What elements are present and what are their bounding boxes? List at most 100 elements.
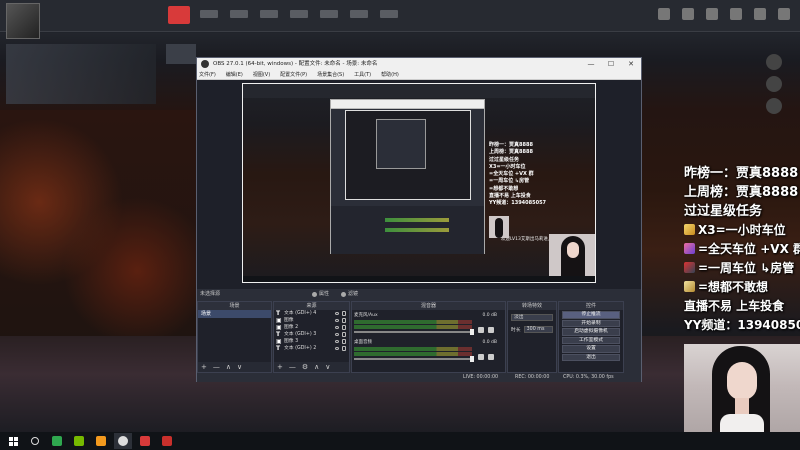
remove-source-button[interactable]: —: [289, 362, 296, 372]
close-icon[interactable]: [778, 8, 790, 20]
visibility-icon[interactable]: [335, 347, 339, 350]
overlay-line: 上周榜：贾真8888: [684, 185, 799, 200]
lock-icon[interactable]: [342, 311, 346, 316]
add-scene-button[interactable]: +: [201, 362, 207, 372]
visibility-icon[interactable]: [335, 333, 339, 336]
move-down-button[interactable]: ∨: [237, 362, 242, 372]
virtual-camera-button[interactable]: 启动虚拟摄像机: [562, 328, 620, 336]
nested-preview-inner: [376, 119, 426, 169]
mixer-channel-mic: 麦克风/Aux 0.0 dB: [354, 313, 503, 339]
nav-item[interactable]: [320, 10, 338, 18]
menu-file[interactable]: 文件(F): [199, 70, 216, 79]
move-up-button[interactable]: ∧: [314, 362, 319, 372]
scenes-list: 场景: [198, 310, 271, 362]
volume-slider-handle[interactable]: [470, 329, 474, 335]
search-icon[interactable]: [26, 433, 44, 449]
move-down-button[interactable]: ∨: [325, 362, 330, 372]
volume-slider[interactable]: [354, 329, 474, 335]
close-button[interactable]: ✕: [621, 58, 641, 70]
source-item[interactable]: ▣ 图像: [274, 317, 349, 324]
start-recording-button[interactable]: 开始录制: [562, 319, 620, 327]
settings-icon[interactable]: [706, 8, 718, 20]
volume-slider-handle[interactable]: [470, 356, 474, 362]
speaker-icon[interactable]: [478, 327, 484, 333]
volume-slider[interactable]: [354, 356, 474, 362]
source-item[interactable]: T 文本 (GDI+) 4: [274, 310, 349, 317]
speaker-icon[interactable]: [478, 354, 484, 360]
channel-icons: [478, 327, 494, 333]
visibility-icon[interactable]: [335, 312, 339, 315]
filters-button[interactable]: 滤镜: [341, 289, 358, 300]
studio-mode-button[interactable]: 工作室模式: [562, 336, 620, 344]
move-up-button[interactable]: ∧: [226, 362, 231, 372]
nav-item[interactable]: [230, 10, 248, 18]
lock-icon[interactable]: [342, 332, 346, 337]
source-item[interactable]: T 文本 (GDI+) 3: [274, 331, 349, 338]
lock-icon[interactable]: [342, 318, 346, 323]
side-action-icon[interactable]: [766, 76, 782, 92]
app-orange-icon[interactable]: [92, 433, 110, 449]
nav-item[interactable]: [350, 10, 368, 18]
duration-input[interactable]: 300 ms: [523, 325, 553, 333]
menu-edit[interactable]: 编辑(E): [226, 70, 243, 79]
gear-icon[interactable]: [488, 327, 494, 333]
maximize-icon[interactable]: [754, 8, 766, 20]
app-video-icon[interactable]: [158, 433, 176, 449]
maximize-button[interactable]: ☐: [601, 58, 621, 70]
minimize-icon[interactable]: [730, 8, 742, 20]
lock-icon[interactable]: [342, 346, 346, 351]
window-controls: — ☐ ✕: [581, 58, 641, 70]
overlay-line: YY频道：1394085057: [684, 318, 800, 332]
channel-avatar[interactable]: [6, 3, 40, 39]
menu-scene-collection[interactable]: 场景集合(S): [317, 70, 344, 79]
add-source-button[interactable]: +: [277, 362, 283, 372]
scene-item[interactable]: 场景: [198, 310, 271, 318]
app-nvidia-icon[interactable]: [70, 433, 88, 449]
nav-item[interactable]: [260, 10, 278, 18]
overlay-line: =一周车位 ↳房管: [684, 259, 800, 278]
menu-profile[interactable]: 配置文件(P): [280, 70, 307, 79]
message-icon[interactable]: [658, 8, 670, 20]
menu-help[interactable]: 帮助(H): [381, 70, 399, 79]
lock-icon[interactable]: [342, 325, 346, 330]
volume-meter: [354, 347, 472, 351]
obs-title-bar[interactable]: OBS 27.0.1 (64-bit, windows) - 配置文件: 未命名…: [197, 58, 641, 70]
remove-scene-button[interactable]: —: [213, 362, 220, 372]
exit-button[interactable]: 退出: [562, 353, 620, 361]
menu-view[interactable]: 视图(V): [253, 70, 270, 79]
obs-icon[interactable]: [114, 433, 132, 449]
app-red-icon[interactable]: [136, 433, 154, 449]
windows-start-icon[interactable]: [4, 433, 22, 449]
nav-item[interactable]: [200, 10, 218, 18]
gear-icon[interactable]: [488, 354, 494, 360]
stop-streaming-button[interactable]: 停止推流: [562, 311, 620, 319]
visibility-icon[interactable]: [335, 340, 339, 343]
obs-title: OBS 27.0.1 (64-bit, windows) - 配置文件: 未命名…: [213, 61, 378, 67]
nested-meter: [385, 218, 449, 222]
transition-select[interactable]: 淡出: [511, 313, 553, 321]
side-action-icon[interactable]: [766, 98, 782, 114]
preview-canvas[interactable]: 昨榜一：贾真8888 上周榜：贾真8888 过过星级任务 X3=一小时车位 =全…: [242, 83, 596, 283]
gift-icon[interactable]: [682, 8, 694, 20]
channel-name: 桌面音频: [354, 340, 372, 345]
visibility-icon[interactable]: [335, 326, 339, 329]
nav-item[interactable]: [290, 10, 308, 18]
properties-button[interactable]: 属性: [312, 289, 329, 300]
source-item[interactable]: ▣ 图像 2: [274, 324, 349, 331]
source-item[interactable]: ▣ 图像 3: [274, 338, 349, 345]
obs-status-bar: LIVE: 00:00:00 REC: 00:00:00 CPU: 0.3%, …: [197, 373, 641, 382]
settings-button[interactable]: 设置: [562, 345, 620, 353]
webcam-face: [727, 362, 757, 400]
no-source-label: 未选择源: [200, 291, 221, 297]
lock-icon[interactable]: [342, 339, 346, 344]
source-settings-button[interactable]: ⚙: [302, 362, 308, 372]
visibility-icon[interactable]: [335, 319, 339, 322]
app-green-icon[interactable]: [48, 433, 66, 449]
menu-tools[interactable]: 工具(T): [354, 70, 371, 79]
source-item[interactable]: T 文本 (GDI+) 2: [274, 345, 349, 352]
image-source-icon: ▣: [276, 338, 282, 345]
nav-item[interactable]: [380, 10, 398, 18]
nested-meter: [385, 228, 449, 232]
side-action-icon[interactable]: [766, 54, 782, 70]
minimize-button[interactable]: —: [581, 58, 601, 70]
